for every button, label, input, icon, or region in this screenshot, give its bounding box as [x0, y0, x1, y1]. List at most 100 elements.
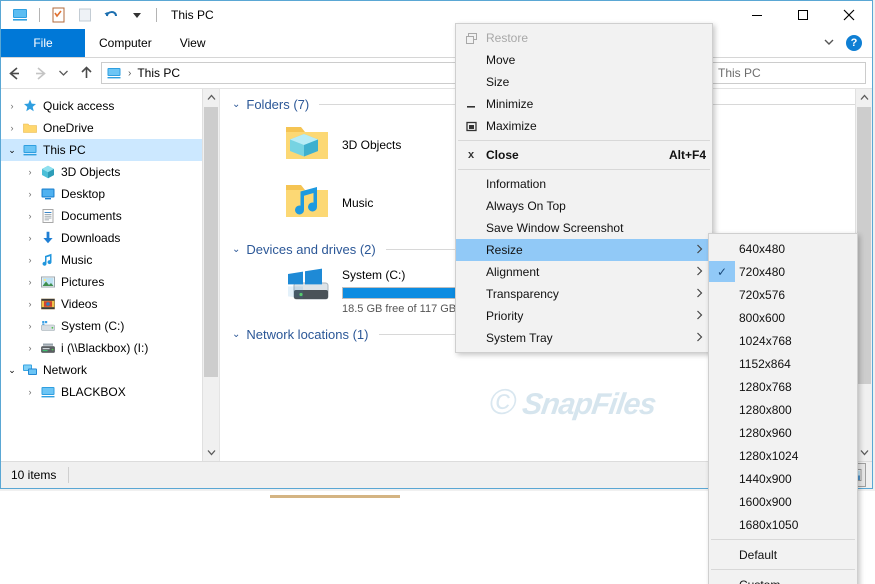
- maximize-button[interactable]: [780, 1, 826, 29]
- menu-separator: [711, 569, 855, 570]
- search-input[interactable]: [716, 65, 875, 81]
- resize-option-label: 1680x1050: [739, 517, 799, 532]
- chevron-right-icon[interactable]: ›: [21, 189, 39, 199]
- menu-item-system-tray[interactable]: System Tray: [456, 327, 712, 349]
- resize-option-1280x768[interactable]: 1280x768: [709, 375, 857, 398]
- chevron-right-icon[interactable]: ›: [21, 299, 39, 309]
- resize-option-custom[interactable]: Custom...: [709, 573, 857, 584]
- resize-option-1280x960[interactable]: 1280x960: [709, 421, 857, 444]
- up-button[interactable]: [73, 60, 99, 86]
- navpane-scrollbar[interactable]: [202, 89, 219, 461]
- tab-computer[interactable]: Computer: [85, 29, 166, 57]
- sidebar-item-music[interactable]: › Music: [1, 249, 219, 271]
- chevron-down-icon[interactable]: ⌄: [3, 365, 21, 376]
- resize-option-default[interactable]: Default: [709, 543, 857, 566]
- resize-option-1600x900[interactable]: 1600x900: [709, 490, 857, 513]
- group-header-label: Network locations (1): [246, 327, 369, 342]
- customize-chevron-icon[interactable]: [126, 4, 148, 26]
- folder-label: 3D Objects: [342, 138, 402, 152]
- resize-option-1152x864[interactable]: 1152x864: [709, 352, 857, 375]
- sidebar-item-label: Documents: [61, 209, 122, 223]
- chevron-right-icon[interactable]: ›: [21, 387, 39, 397]
- undo-icon[interactable]: [100, 4, 122, 26]
- menu-item-minimize[interactable]: Minimize: [456, 93, 712, 115]
- sidebar-item-3d-objects[interactable]: › 3D Objects: [1, 161, 219, 183]
- resize-option-1280x1024[interactable]: 1280x1024: [709, 444, 857, 467]
- menu-item-move[interactable]: Move: [456, 49, 712, 71]
- menu-item-alignment[interactable]: Alignment: [456, 261, 712, 283]
- resize-option-720x576[interactable]: 720x576: [709, 283, 857, 306]
- sidebar-item-blackbox[interactable]: › BLACKBOX: [1, 381, 219, 403]
- menu-item-label: Size: [486, 75, 510, 89]
- back-button[interactable]: [1, 60, 27, 86]
- menu-item-size[interactable]: Size: [456, 71, 712, 93]
- content-scroll-up-arrow[interactable]: [856, 89, 872, 106]
- chevron-right-icon[interactable]: ›: [21, 233, 39, 243]
- chevron-right-icon[interactable]: ›: [21, 211, 39, 221]
- tab-view[interactable]: View: [166, 29, 220, 57]
- check-slot: [709, 353, 735, 374]
- recent-locations-button[interactable]: [53, 60, 73, 86]
- sidebar-item-onedrive[interactable]: › OneDrive: [1, 117, 219, 139]
- search-box[interactable]: [711, 62, 875, 84]
- menu-item-close[interactable]: x Close Alt+F4: [456, 144, 712, 166]
- this-pc-icon: [21, 142, 38, 159]
- resize-option-720x480[interactable]: ✓ 720x480: [709, 260, 857, 283]
- sidebar-item-i-blackbox-i[interactable]: › i (\\Blackbox) (I:): [1, 337, 219, 359]
- sidebar-item-documents[interactable]: › Documents: [1, 205, 219, 227]
- menu-item-information[interactable]: Information: [456, 173, 712, 195]
- resize-option-1280x800[interactable]: 1280x800: [709, 398, 857, 421]
- close-button[interactable]: [826, 1, 872, 29]
- resize-option-640x480[interactable]: 640x480: [709, 237, 857, 260]
- chevron-down-icon[interactable]: [820, 37, 838, 50]
- ribbon-tabs: File Computer View ?: [1, 29, 872, 58]
- chevron-right-icon[interactable]: ›: [21, 277, 39, 287]
- sidebar-item-desktop[interactable]: › Desktop: [1, 183, 219, 205]
- sidebar-item-downloads[interactable]: › Downloads: [1, 227, 219, 249]
- menu-item-priority[interactable]: Priority: [456, 305, 712, 327]
- menu-item-label: Move: [486, 53, 516, 67]
- menu-item-maximize[interactable]: Maximize: [456, 115, 712, 137]
- content-scroll-down-arrow[interactable]: [856, 444, 872, 461]
- resize-option-1440x900[interactable]: 1440x900: [709, 467, 857, 490]
- close-x-icon: x: [467, 149, 475, 161]
- chevron-down-icon[interactable]: ⌄: [3, 145, 21, 156]
- content-scroll-thumb[interactable]: [857, 107, 871, 384]
- sidebar-item-label: System (C:): [61, 319, 125, 333]
- chevron-down-icon[interactable]: ⌄: [232, 244, 240, 255]
- chevron-right-icon[interactable]: ›: [21, 167, 39, 177]
- navpane-scroll-down-arrow[interactable]: [203, 444, 219, 461]
- chevron-down-icon[interactable]: ⌄: [232, 99, 240, 110]
- folder-3d-objects-icon: [284, 121, 332, 169]
- resize-option-800x600[interactable]: 800x600: [709, 306, 857, 329]
- properties-icon[interactable]: [48, 4, 70, 26]
- navpane-scroll-thumb[interactable]: [204, 107, 218, 377]
- chevron-right-icon[interactable]: ›: [21, 255, 39, 265]
- resize-option-1680x1050[interactable]: 1680x1050: [709, 513, 857, 536]
- sidebar-item-network[interactable]: ⌄ Network: [1, 359, 219, 381]
- group-header-label: Devices and drives (2): [246, 242, 376, 257]
- sidebar-item-system-c[interactable]: › System (C:): [1, 315, 219, 337]
- menu-item-resize[interactable]: Resize: [456, 239, 712, 261]
- chevron-right-icon[interactable]: ›: [21, 321, 39, 331]
- tab-file[interactable]: File: [1, 29, 85, 57]
- navpane-scroll-up-arrow[interactable]: [203, 89, 219, 106]
- chevron-right-icon[interactable]: ›: [3, 101, 21, 111]
- help-icon[interactable]: ?: [846, 35, 862, 51]
- chevron-down-icon[interactable]: ⌄: [232, 329, 240, 340]
- minimize-button[interactable]: [734, 1, 780, 29]
- forward-button[interactable]: [27, 60, 53, 86]
- menu-item-transparency[interactable]: Transparency: [456, 283, 712, 305]
- sidebar-item-pictures[interactable]: › Pictures: [1, 271, 219, 293]
- sidebar-item-videos[interactable]: › Videos: [1, 293, 219, 315]
- sidebar-item-this-pc[interactable]: ⌄ This PC: [1, 139, 219, 161]
- sidebar-item-quick-access[interactable]: › Quick access: [1, 95, 219, 117]
- chevron-right-icon[interactable]: ›: [3, 123, 21, 133]
- resize-option-1024x768[interactable]: 1024x768: [709, 329, 857, 352]
- check-slot: [709, 491, 735, 512]
- menu-item-save-window-screenshot[interactable]: Save Window Screenshot: [456, 217, 712, 239]
- new-folder-icon[interactable]: [74, 4, 96, 26]
- this-pc-icon[interactable]: [9, 4, 31, 26]
- chevron-right-icon[interactable]: ›: [21, 343, 39, 353]
- menu-item-always-on-top[interactable]: Always On Top: [456, 195, 712, 217]
